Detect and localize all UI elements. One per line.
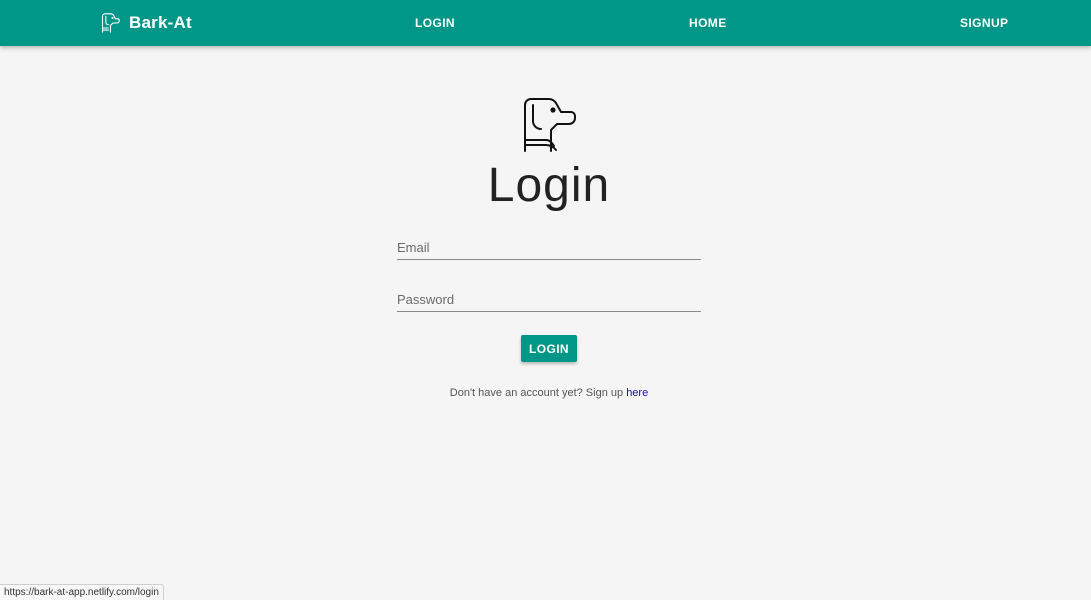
nav-login-link[interactable]: LOGIN xyxy=(415,16,455,30)
password-input[interactable] xyxy=(397,286,701,311)
password-field[interactable] xyxy=(397,286,701,312)
signup-prompt: Don't have an account yet? Sign up here xyxy=(0,387,1091,399)
nav-home-link[interactable]: HOME xyxy=(689,16,727,30)
email-input[interactable] xyxy=(397,234,701,259)
nav-signup-link[interactable]: SIGNUP xyxy=(960,16,1008,30)
dog-icon xyxy=(101,13,120,33)
signup-prompt-text: Don't have an account yet? Sign up xyxy=(449,387,624,399)
browser-status-url: https://bark-at-app.netlify.com/login xyxy=(0,584,164,600)
dog-icon xyxy=(524,98,576,152)
page-title: Login xyxy=(487,159,611,212)
email-field[interactable] xyxy=(397,234,701,260)
brand-link[interactable]: Bark-At xyxy=(100,12,192,34)
top-app-bar: Bark-At LOGIN HOME SIGNUP xyxy=(0,0,1091,46)
brand-name: Bark-At xyxy=(129,13,192,32)
signup-here-link[interactable]: here xyxy=(626,387,648,399)
login-button[interactable]: LOGIN xyxy=(521,335,577,362)
